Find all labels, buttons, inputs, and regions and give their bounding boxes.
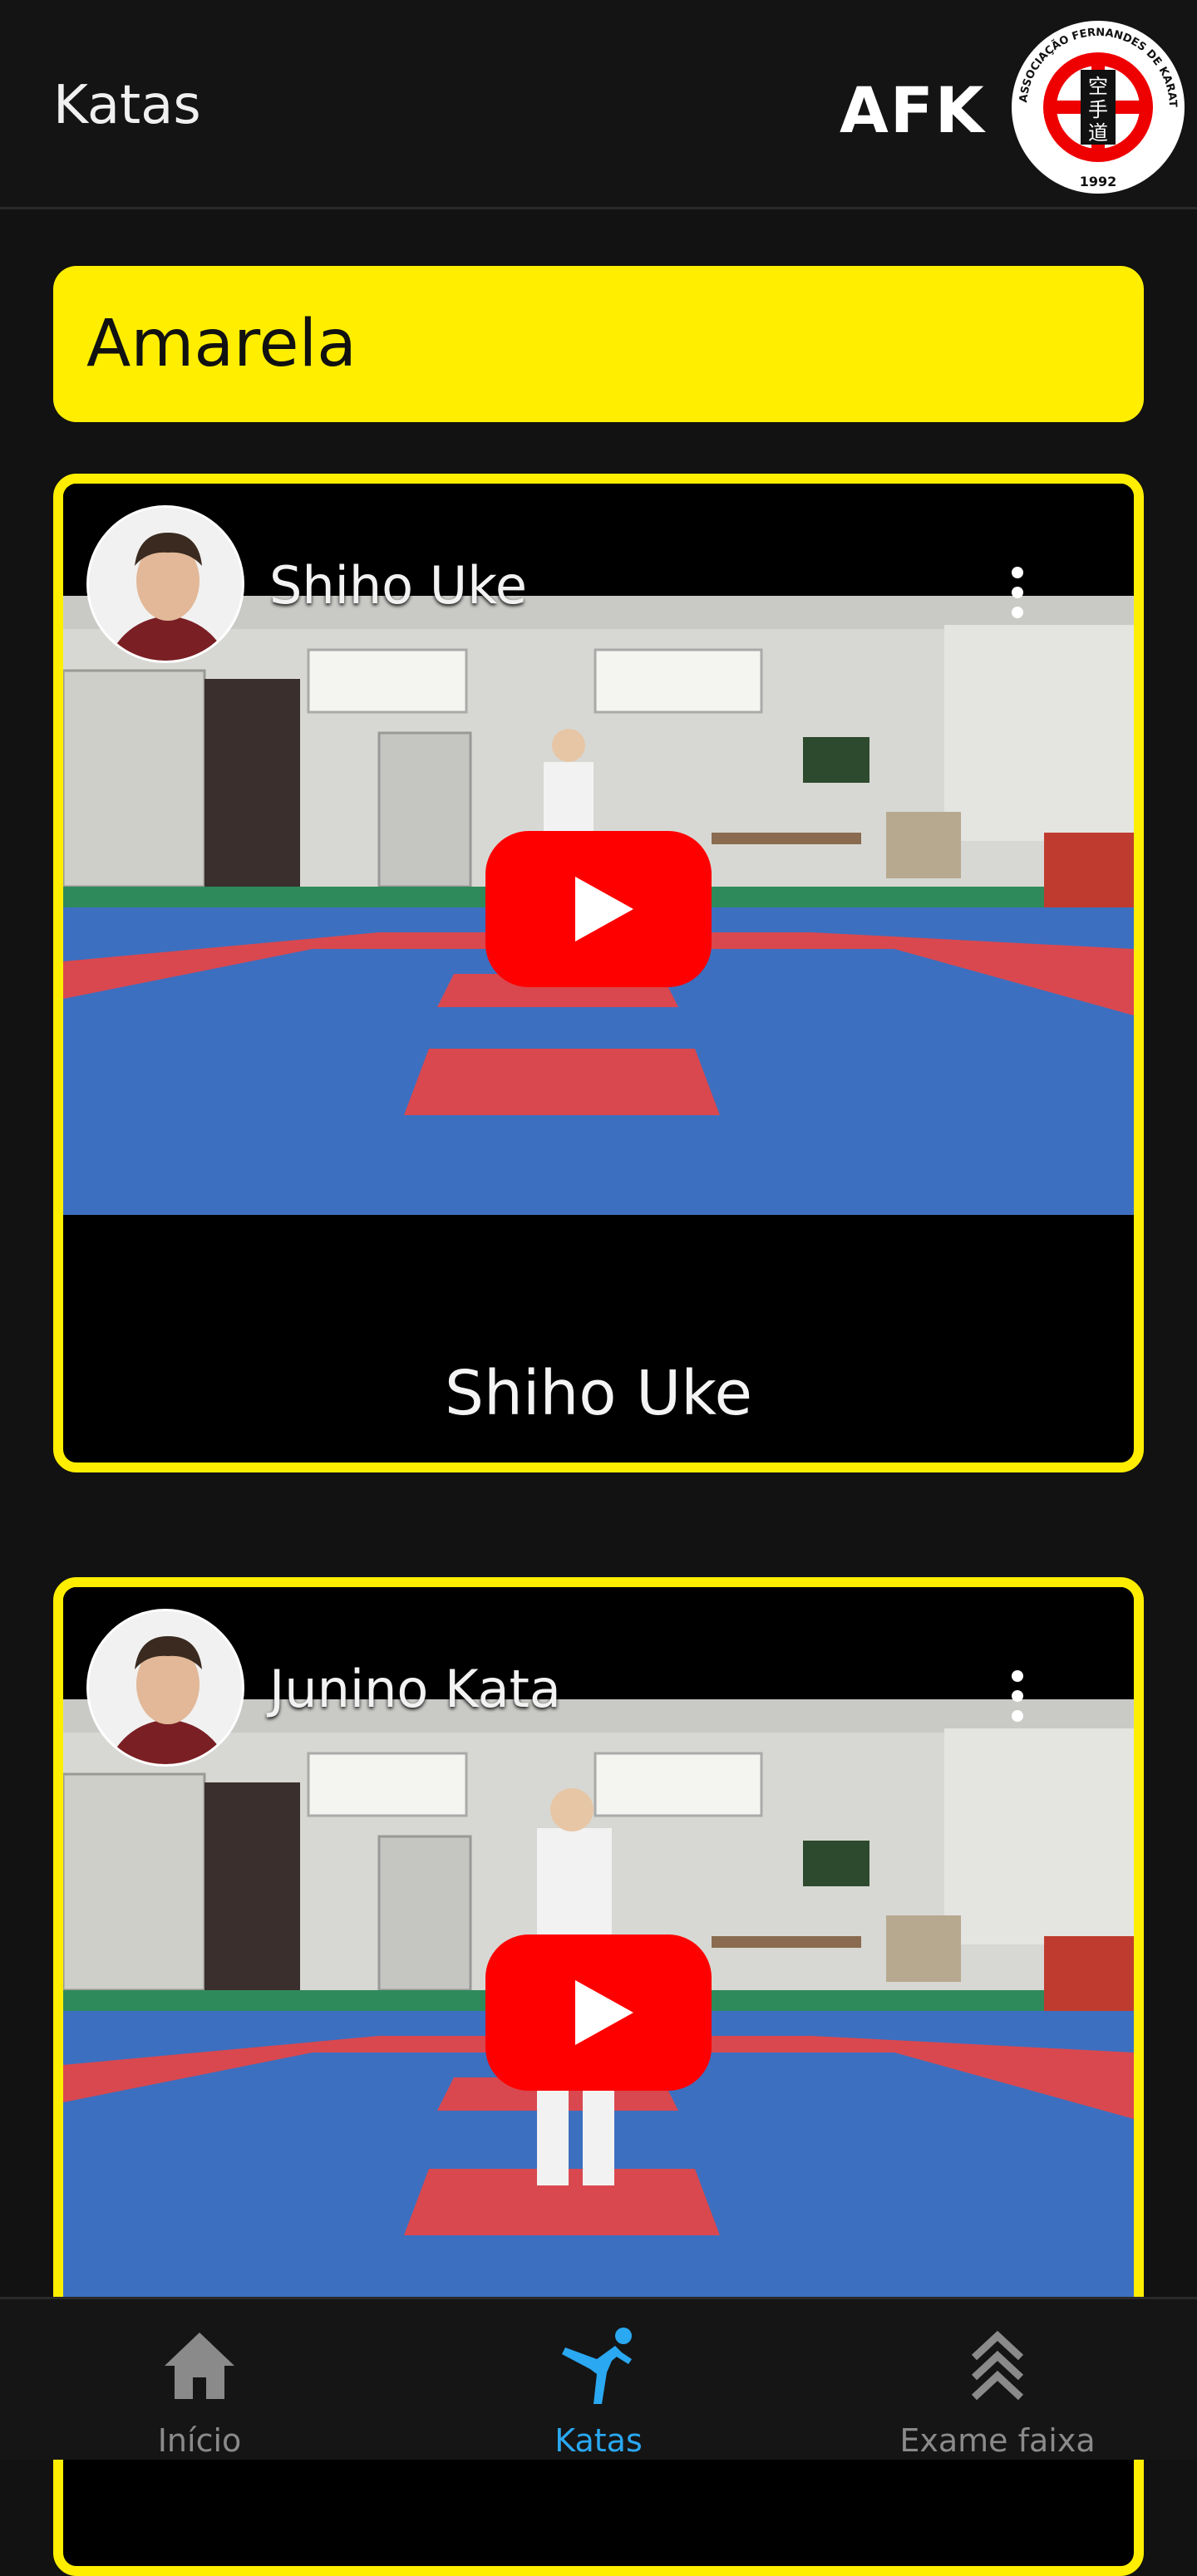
afk-logo: ASSOCIAÇÃO FERNANDES DE KARATE-DO 空 手 道 … <box>1006 11 1185 194</box>
page-title: Katas <box>53 75 201 136</box>
video-thumbnail[interactable]: Shiho Uke <box>63 484 1134 1215</box>
more-options-icon[interactable] <box>1009 1670 1026 1728</box>
youtube-play-icon[interactable] <box>485 831 712 987</box>
video-title[interactable]: Shiho Uke <box>269 555 527 616</box>
triple-chevron-up-icon <box>971 2330 1024 2401</box>
home-icon <box>165 2333 234 2399</box>
app-header: Katas AFK ASSOCIAÇÃO FERNANDES DE KARATE… <box>0 0 1197 209</box>
video-thumbnail[interactable]: Junino Kata <box>63 1587 1134 2318</box>
nav-label: Exame faixa <box>899 2422 1096 2459</box>
svg-text:空: 空 <box>1088 75 1108 98</box>
belt-banner: Amarela <box>53 266 1144 422</box>
nav-item-exame-faixa[interactable]: Exame faixa <box>873 2299 1122 2462</box>
video-caption: Shiho Uke <box>444 1358 753 1429</box>
channel-avatar[interactable] <box>86 505 244 663</box>
youtube-play-icon[interactable] <box>485 1934 712 2091</box>
bottom-navigation: Início Katas Exame faixa <box>0 2297 1197 2460</box>
video-title[interactable]: Junino Kata <box>269 1659 561 1719</box>
svg-text:手: 手 <box>1088 98 1108 121</box>
nav-label: Início <box>157 2422 242 2459</box>
svg-text:道: 道 <box>1088 121 1108 145</box>
video-card[interactable]: Shiho Uke Shiho Uke <box>53 474 1144 1472</box>
nav-item-katas[interactable]: Katas <box>474 2299 723 2462</box>
brand-text: AFK <box>840 73 986 147</box>
karate-kick-icon <box>562 2328 632 2404</box>
nav-label: Katas <box>554 2422 643 2459</box>
belt-label: Amarela <box>86 307 357 381</box>
nav-item-inicio[interactable]: Início <box>75 2299 324 2462</box>
logo-year: 1992 <box>1080 174 1117 189</box>
channel-avatar[interactable] <box>86 1609 244 1767</box>
more-options-icon[interactable] <box>1009 567 1026 625</box>
